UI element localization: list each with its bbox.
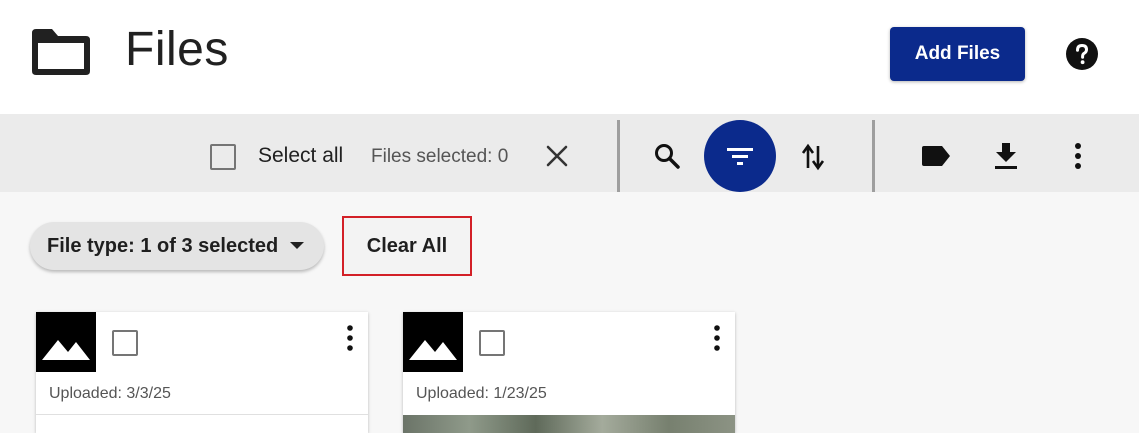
more-vert-icon[interactable]	[344, 324, 356, 352]
toolbar-divider	[617, 120, 620, 192]
caret-down-icon	[290, 242, 304, 249]
selection-toolbar: Select all Files selected: 0	[0, 114, 1139, 192]
search-icon[interactable]	[653, 142, 681, 170]
file-type-chip-label: File type: 1 of 3 selected	[47, 234, 279, 257]
help-icon[interactable]	[1066, 38, 1098, 70]
sort-icon[interactable]	[800, 142, 826, 172]
more-vert-icon[interactable]	[1068, 141, 1088, 171]
file-card[interactable]: Uploaded: 1/23/25	[403, 312, 735, 433]
app-header: Files Add Files	[0, 0, 1139, 114]
file-select-checkbox[interactable]	[112, 330, 138, 356]
file-type-filter-chip[interactable]: File type: 1 of 3 selected	[30, 222, 324, 270]
image-thumbnail-icon	[403, 312, 463, 372]
file-select-checkbox[interactable]	[479, 330, 505, 356]
files-selected-count: Files selected: 0	[371, 146, 509, 167]
filter-icon	[727, 148, 753, 165]
clear-all-button[interactable]: Clear All	[342, 216, 472, 276]
uploaded-date: Uploaded: 3/3/25	[49, 385, 171, 402]
select-all-label[interactable]: Select all	[258, 144, 343, 168]
image-thumbnail-icon	[36, 312, 96, 372]
toolbar-divider	[872, 120, 875, 192]
file-card[interactable]: Uploaded: 3/3/25	[36, 312, 368, 433]
filter-button[interactable]	[704, 120, 776, 192]
label-icon[interactable]	[920, 144, 952, 168]
download-icon[interactable]	[993, 141, 1019, 171]
file-preview-image[interactable]	[403, 415, 735, 433]
select-all-checkbox[interactable]	[210, 144, 236, 170]
folder-icon	[32, 29, 90, 75]
add-files-button[interactable]: Add Files	[890, 27, 1025, 81]
more-vert-icon[interactable]	[711, 324, 723, 352]
close-icon[interactable]	[545, 144, 569, 168]
card-divider	[36, 414, 368, 415]
uploaded-date: Uploaded: 1/23/25	[416, 385, 547, 402]
page-title: Files	[125, 23, 229, 76]
